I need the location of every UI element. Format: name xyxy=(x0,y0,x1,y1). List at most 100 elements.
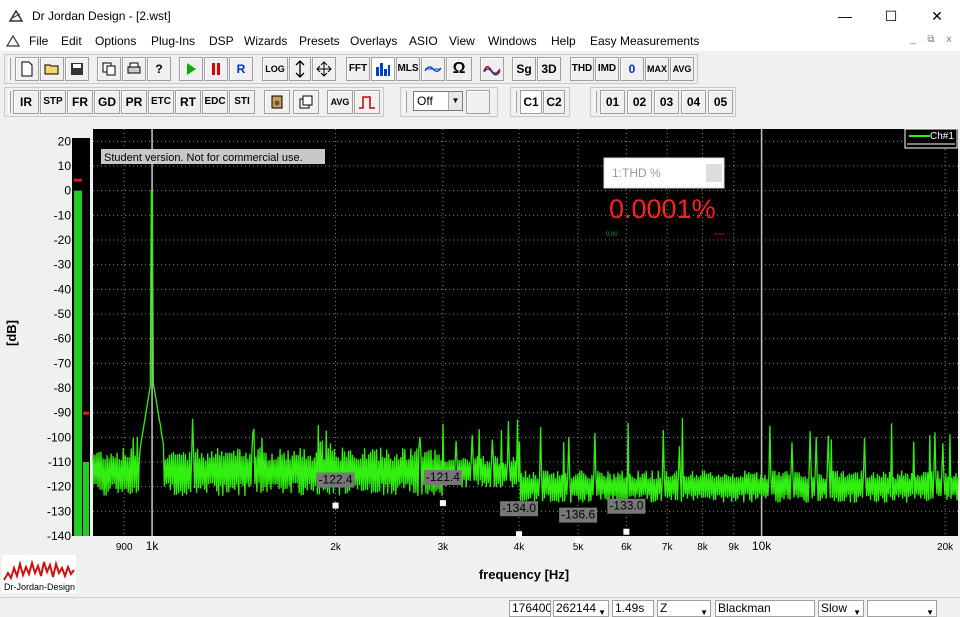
3d-button[interactable]: 3D xyxy=(537,57,561,81)
fft-size-select[interactable]: 262144 ▼ xyxy=(553,600,609,617)
imd-button[interactable]: IMD xyxy=(595,57,619,81)
toolbar-grip[interactable] xyxy=(594,91,597,113)
save-button[interactable] xyxy=(65,57,89,81)
record-button[interactable]: R xyxy=(229,57,253,81)
pause-button[interactable] xyxy=(204,57,228,81)
overlay-button[interactable] xyxy=(293,90,319,114)
sti-button[interactable]: STI xyxy=(229,90,255,114)
x-tick-label: 2k xyxy=(330,542,342,553)
mdi-minimize-button[interactable]: _ xyxy=(906,34,920,45)
smoothing-select[interactable]: Off ▼ xyxy=(413,91,463,111)
status-bar: 176400 262144 ▼ 1.49s Z ▼ Blackman Slow … xyxy=(0,597,960,617)
slot-01-button[interactable]: 01 xyxy=(600,90,625,114)
menu-overlays[interactable]: Overlays xyxy=(350,34,397,48)
sample-rate-field: 176400 xyxy=(509,600,551,617)
avg-mode-button[interactable]: AVG xyxy=(327,90,353,114)
measurement-window: 20 10 0 -10 -20 -30 -40 -50 -60 -70 -80 -90 -100 -110… xyxy=(0,118,960,593)
document-icon[interactable] xyxy=(6,34,20,48)
chevron-down-icon[interactable]: ▼ xyxy=(598,605,606,616)
channel-1-button[interactable]: C1 xyxy=(520,90,542,114)
x-tick-label: 6k xyxy=(621,542,633,553)
chevron-down-icon[interactable]: ▼ xyxy=(700,605,708,616)
sine-button[interactable] xyxy=(480,57,504,81)
y-tick-label: -40 xyxy=(54,282,72,296)
stp-button[interactable]: STP xyxy=(40,90,66,114)
avg-button[interactable]: AVG xyxy=(670,57,694,81)
slot-05-button[interactable]: 05 xyxy=(708,90,733,114)
fft-button[interactable]: FFT xyxy=(346,57,370,81)
thd-panel-button[interactable] xyxy=(706,164,722,182)
speed-value: Slow xyxy=(821,601,848,615)
menu-view[interactable]: View xyxy=(449,34,475,48)
print-button[interactable] xyxy=(122,57,146,81)
chevron-down-icon[interactable]: ▼ xyxy=(853,605,861,616)
menu-windows[interactable]: Windows xyxy=(488,34,537,48)
marker-label: -134.0 xyxy=(502,501,536,515)
weighting-select[interactable]: Z ▼ xyxy=(657,600,711,617)
menu-wizards[interactable]: Wizards xyxy=(244,34,287,48)
menu-edit[interactable]: Edit xyxy=(61,34,82,48)
y-tick-label: -140 xyxy=(47,529,71,543)
zero-button[interactable]: 0 xyxy=(620,57,644,81)
minimize-button[interactable]: — xyxy=(822,0,868,32)
menu-presets[interactable]: Presets xyxy=(299,34,340,48)
thd-button[interactable]: THD xyxy=(570,57,594,81)
fr-button[interactable]: FR xyxy=(67,90,93,114)
move-button[interactable] xyxy=(312,57,336,81)
rt-button[interactable]: RT xyxy=(175,90,201,114)
marker-point xyxy=(575,537,582,544)
channel-2-button[interactable]: C2 xyxy=(543,90,565,114)
signal-generator-button[interactable]: Sg xyxy=(512,57,536,81)
slot-03-button[interactable]: 03 xyxy=(654,90,679,114)
max-button[interactable]: MAX xyxy=(645,57,669,81)
title-bar: Dr Jordan Design - [2.wst] — ☐ ✕ xyxy=(0,0,960,32)
menu-dsp[interactable]: DSP xyxy=(209,34,234,48)
maximize-button[interactable]: ☐ xyxy=(868,0,914,32)
af-button[interactable] xyxy=(421,57,445,81)
meter-clip-indicator xyxy=(74,178,82,182)
menu-asio[interactable]: ASIO xyxy=(409,34,438,48)
slot-02-button[interactable]: 02 xyxy=(627,90,652,114)
speaker-button[interactable] xyxy=(264,90,290,114)
menu-plug-ins[interactable]: Plug-Ins xyxy=(151,34,195,48)
mdi-restore-button[interactable]: ⧉ xyxy=(924,34,938,45)
log-button[interactable]: LOG xyxy=(262,57,288,81)
gate-button[interactable] xyxy=(354,90,380,114)
toolbar-grip[interactable] xyxy=(8,91,11,113)
copy-button[interactable] xyxy=(97,57,121,81)
blank-toolbar-button[interactable] xyxy=(466,90,490,114)
menu-file[interactable]: File xyxy=(29,34,48,48)
toolbar-grip[interactable] xyxy=(404,91,407,113)
slot-04-button[interactable]: 04 xyxy=(681,90,706,114)
toolbar-grip[interactable] xyxy=(8,58,11,80)
close-button[interactable]: ✕ xyxy=(914,0,960,32)
mdi-close-button[interactable]: x xyxy=(942,34,956,45)
menu-help[interactable]: Help xyxy=(551,34,576,48)
spectrum-chart[interactable]: 20 10 0 -10 -20 -30 -40 -50 -60 -70 -80 -90 -100 -110… xyxy=(0,118,960,593)
extra-select[interactable]: ▼ xyxy=(867,600,937,617)
help-button[interactable]: ? xyxy=(147,57,171,81)
pr-button[interactable]: PR xyxy=(121,90,147,114)
edc-button[interactable]: EDC xyxy=(202,90,228,114)
brand-logo: Dr-Jordan-Design xyxy=(2,555,76,593)
chevron-down-icon[interactable]: ▼ xyxy=(926,605,934,616)
impedance-button[interactable]: Ω xyxy=(446,57,472,81)
bars-button[interactable] xyxy=(371,57,395,81)
etc-button[interactable]: ETC xyxy=(148,90,174,114)
toolbar-grip[interactable] xyxy=(514,91,517,113)
ir-button[interactable]: IR xyxy=(13,90,39,114)
chevron-down-icon[interactable]: ▼ xyxy=(448,92,462,110)
gd-button[interactable]: GD xyxy=(94,90,120,114)
x-axis-label: frequency [Hz] xyxy=(479,567,569,582)
new-file-button[interactable] xyxy=(15,57,39,81)
logo-text: Dr-Jordan-Design xyxy=(4,582,75,592)
mls-button[interactable]: MLS xyxy=(396,57,420,81)
menu-options[interactable]: Options xyxy=(95,34,136,48)
menu-easy-measurements[interactable]: Easy Measurements xyxy=(590,34,699,48)
vertical-zoom-button[interactable] xyxy=(289,57,311,81)
y-tick-label: -70 xyxy=(54,356,72,370)
speed-select[interactable]: Slow ▼ xyxy=(818,600,864,617)
play-button[interactable] xyxy=(179,57,203,81)
open-button[interactable] xyxy=(40,57,64,81)
x-tick-label: 10k xyxy=(752,539,772,553)
